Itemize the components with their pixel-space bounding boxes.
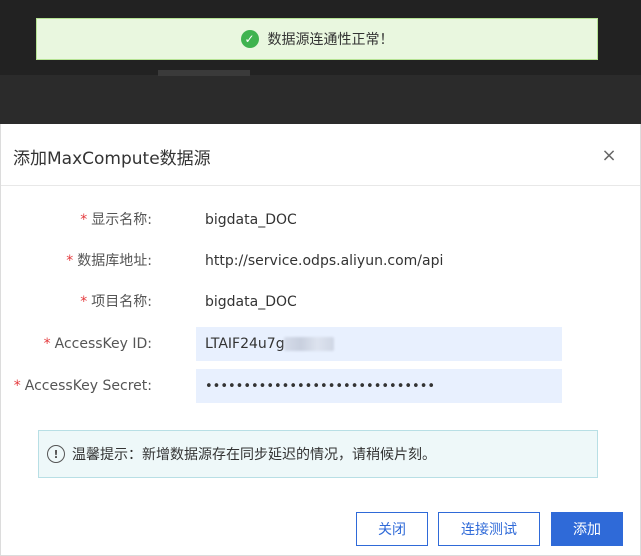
project-name-label: * 项目名称: (80, 294, 152, 310)
required-mark: * (80, 294, 88, 310)
add-datasource-dialog: 添加MaxCompute数据源 × *显示名称: *数据库地址: *项目名称: … (0, 124, 641, 556)
dialog-header: 添加MaxCompute数据源 × (1, 124, 640, 186)
info-circle-icon: ! (47, 445, 65, 463)
close-icon[interactable]: × (598, 145, 620, 167)
required-mark: * (80, 212, 88, 228)
form-row-project-name: * 项目名称: (1, 285, 601, 319)
redaction-blur (284, 337, 334, 351)
form-row-display-name: * 显示名称: (1, 203, 601, 237)
required-mark: * (66, 253, 74, 269)
display-name-input[interactable] (196, 203, 562, 237)
required-mark: * (43, 336, 51, 352)
display-name-label: * 显示名称: (80, 212, 152, 228)
backdrop-strip (0, 75, 641, 124)
form-row-access-key-id: * AccessKey ID: (1, 327, 601, 361)
success-toast: ✓ 数据源连通性正常！ (36, 18, 598, 60)
required-mark: * (13, 378, 21, 394)
access-key-id-label: * AccessKey ID: (43, 336, 152, 352)
close-button[interactable]: 关闭 (356, 512, 428, 546)
add-button[interactable]: 添加 (551, 512, 623, 546)
test-connection-button[interactable]: 连接测试 (438, 512, 540, 546)
toast-message: 数据源连通性正常！ (267, 32, 394, 48)
project-name-input[interactable] (196, 285, 562, 319)
backdrop-tab (158, 70, 250, 76)
notice-banner: ! 温馨提示：新增数据源存在同步延迟的情况，请稍候片刻。 (38, 430, 598, 478)
access-key-secret-label: * AccessKey Secret: (13, 378, 152, 394)
db-address-input[interactable] (196, 244, 562, 278)
notice-text: 温馨提示：新增数据源存在同步延迟的情况，请稍候片刻。 (72, 447, 436, 463)
dialog-title: 添加MaxCompute数据源 (13, 149, 211, 169)
access-key-secret-input[interactable] (196, 369, 562, 403)
form-row-access-key-secret: * AccessKey Secret: (1, 369, 601, 403)
db-address-label: * 数据库地址: (66, 253, 152, 269)
form-row-db-address: * 数据库地址: (1, 244, 601, 278)
access-key-id-input[interactable] (196, 327, 562, 361)
check-circle-icon: ✓ (240, 30, 259, 48)
